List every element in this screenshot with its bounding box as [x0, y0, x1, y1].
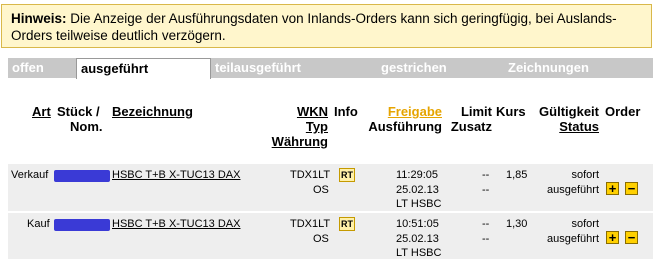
add-order-button[interactable]: +	[606, 231, 619, 244]
header-ausfuehrung: Ausführung	[368, 119, 442, 134]
header-waehrung[interactable]: Währung	[260, 134, 328, 150]
realtime-quote-icon[interactable]: RT	[339, 168, 355, 182]
header-zusatz: Zusatz	[450, 119, 492, 134]
tab-offen[interactable]: offen	[8, 58, 76, 78]
redacted-quantity	[54, 219, 110, 231]
order-tabs: offen ausgeführt teilausgeführt gestrich…	[8, 58, 653, 79]
row-date: 25.02.13	[396, 184, 439, 196]
notice-box: Hinweis: Die Anzeige der Ausführungsdate…	[1, 4, 652, 48]
header-status[interactable]: Status	[551, 119, 599, 135]
row-gueltigkeit: sofort	[571, 169, 599, 181]
header-gueltigkeit: Gültigkeit	[539, 104, 599, 119]
row-bezeichnung-link[interactable]: HSBC T+B X-TUC13 DAX	[112, 168, 240, 183]
row-date: 25.02.13	[396, 233, 439, 245]
header-info: Info	[334, 104, 358, 119]
row-status: ausgeführt	[547, 233, 599, 245]
row-art: Kauf	[27, 218, 50, 230]
header-order: Order	[605, 104, 641, 119]
row-time: 10:51:05	[396, 218, 439, 230]
tab-gestrichen[interactable]: gestrichen	[377, 58, 504, 78]
row-status: ausgeführt	[547, 184, 599, 196]
tab-teilausgefuehrt[interactable]: teilausgeführt	[211, 58, 377, 78]
row-wkn: TDX1LT	[290, 169, 331, 181]
row-limit: --	[482, 169, 490, 181]
header-limit: Limit	[460, 104, 492, 119]
redacted-quantity	[54, 170, 110, 182]
notice-text: Die Anzeige der Ausführungsdaten von Inl…	[11, 11, 617, 43]
header-freigabe[interactable]: Freigabe	[372, 104, 442, 120]
tab-zeichnungen[interactable]: Zeichnungen	[504, 58, 653, 78]
table-row: Kauf HSBC T+B X-TUC13 DAX TDX1LT OS RT 1…	[8, 213, 653, 259]
row-limit: --	[482, 218, 490, 230]
tab-ausgefuehrt[interactable]: ausgeführt	[76, 58, 211, 79]
row-bezeichnung-link[interactable]: HSBC T+B X-TUC13 DAX	[112, 217, 240, 232]
row-art: Verkauf	[11, 169, 49, 181]
add-order-button[interactable]: +	[606, 182, 619, 195]
header-typ[interactable]: Typ	[296, 119, 328, 135]
row-typ: OS	[313, 233, 329, 245]
remove-order-button[interactable]: −	[625, 182, 638, 195]
row-zusatz: --	[482, 233, 490, 245]
row-time: 11:29:05	[396, 169, 439, 181]
row-kurs: 1,30	[506, 218, 528, 230]
row-wkn: TDX1LT	[290, 218, 331, 230]
remove-order-button[interactable]: −	[625, 231, 638, 244]
row-gueltigkeit: sofort	[571, 218, 599, 230]
row-venue: LT HSBC	[396, 247, 442, 259]
header-stueck: Stück /	[57, 104, 100, 119]
header-kurs: Kurs	[496, 104, 526, 119]
table-row: Verkauf HSBC T+B X-TUC13 DAX TDX1LT OS R…	[8, 164, 653, 211]
header-wkn[interactable]: WKN	[296, 104, 328, 120]
notice-label: Hinweis:	[11, 11, 67, 26]
row-venue: LT HSBC	[396, 198, 442, 210]
header-nom: Nom.	[70, 119, 103, 134]
row-zusatz: --	[482, 184, 490, 196]
realtime-quote-icon[interactable]: RT	[339, 217, 355, 231]
header-art[interactable]: Art	[32, 104, 51, 120]
row-kurs: 1,85	[506, 169, 528, 181]
row-typ: OS	[313, 184, 329, 196]
header-bezeichnung[interactable]: Bezeichnung	[112, 104, 193, 120]
